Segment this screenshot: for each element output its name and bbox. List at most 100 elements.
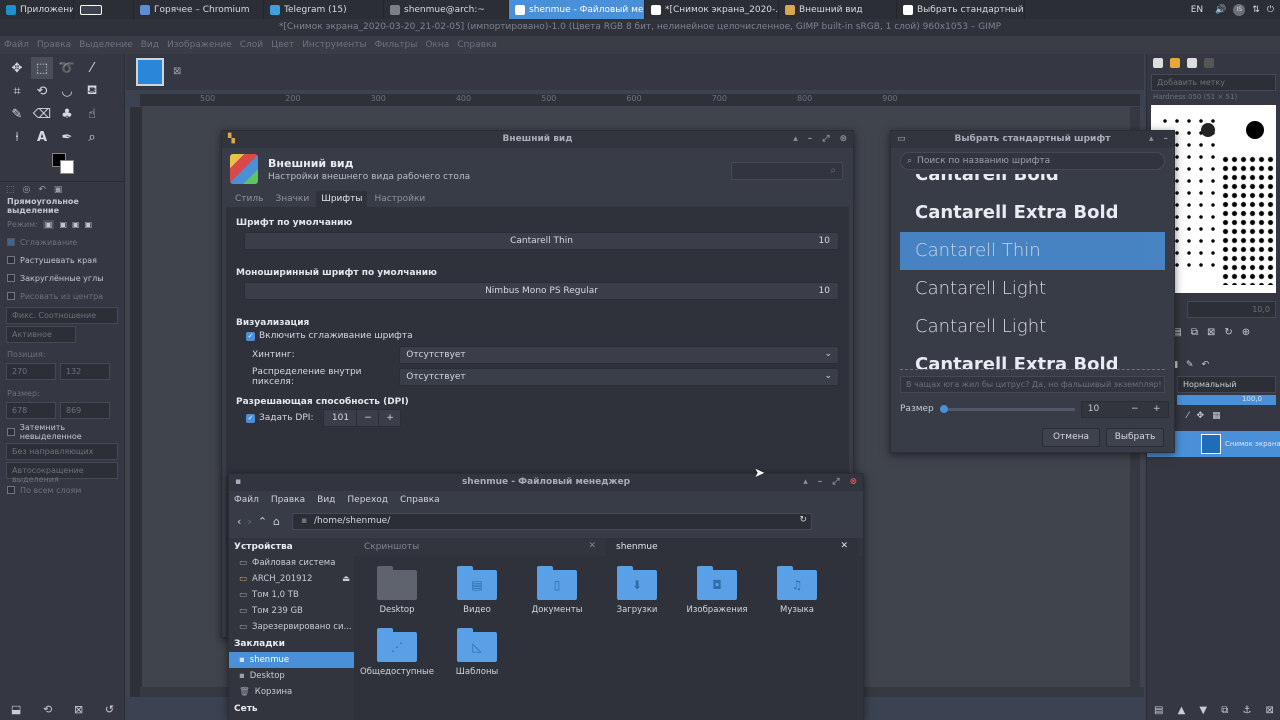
restore-options-icon[interactable]: ⟲ (43, 703, 52, 716)
taskbar-item[interactable]: Telegram (15) (264, 0, 384, 19)
location-bar[interactable]: ▪ /home/shenmue/ ↻ (292, 512, 813, 530)
fm-tab[interactable]: shenmue ✕ (606, 538, 858, 556)
close-tab-icon[interactable]: ✕ (588, 541, 596, 551)
account-badge[interactable]: IS (1233, 3, 1246, 16)
document-history-tab-icon[interactable] (1204, 58, 1214, 68)
gimp-menu-item[interactable]: Цвет (271, 40, 294, 50)
select-button[interactable]: Выбрать (1106, 428, 1164, 447)
taskbar-item[interactable]: Внешний вид (779, 0, 897, 19)
undo-history-tab-icon[interactable]: ↶ (38, 185, 46, 195)
antialias-option[interactable]: Сглаживание (0, 233, 124, 251)
font-size-slider[interactable] (939, 404, 1075, 413)
appearance-search-input[interactable]: ⌕ (731, 162, 843, 180)
color-picker-tool-icon[interactable]: ✒ (56, 126, 78, 148)
maximize-icon[interactable]: ⤢ (832, 474, 839, 491)
network-icon[interactable]: ⇅ (1252, 5, 1260, 15)
image-thumbnail[interactable] (136, 58, 164, 86)
folder-item[interactable]: ◘ Изображения (677, 566, 757, 615)
feather-option[interactable]: Растушевать края (0, 251, 124, 269)
folder-item[interactable]: ⬇ Загрузки (597, 566, 677, 615)
brush-spacing-field[interactable]: 10,0 (1187, 301, 1276, 318)
anchor-layer-icon[interactable]: ⚓ (1242, 705, 1251, 716)
text-tool-icon[interactable]: A (31, 126, 53, 148)
appearance-tab[interactable]: Значки (270, 191, 314, 207)
taskbar-item[interactable]: Выбрать стандартный ш... (897, 0, 1025, 19)
bucket-tool-icon[interactable]: ⛾ (81, 80, 103, 102)
font-list-item[interactable]: Cantarell Light (900, 270, 1165, 308)
sidebar-device-item[interactable]: ▭ Том 239 GB (229, 603, 354, 619)
undo-tab-icon[interactable]: ↶ (1202, 360, 1210, 370)
sidebar-device-item[interactable]: ▭ Зарезервировано си... (229, 619, 354, 635)
gimp-menu-item[interactable]: Инструменты (302, 40, 366, 50)
workspace-switcher[interactable] (74, 0, 134, 19)
subpixel-select[interactable]: Отсутствует ⌄ (399, 368, 839, 386)
rect-select-tool-icon[interactable]: ⬚ (31, 57, 53, 79)
fonts-tab-icon[interactable] (1187, 58, 1197, 68)
font-list-item[interactable]: Cantarell Light (900, 308, 1165, 346)
raise-layer-icon[interactable]: ▲ (1178, 705, 1186, 716)
shade-icon[interactable]: ▴ (803, 474, 808, 491)
font-list-item[interactable]: Cantarell Bold (900, 174, 1165, 194)
duplicate-brush-icon[interactable]: ⧉ (1191, 327, 1198, 338)
appearance-tab[interactable]: Шрифты (316, 191, 368, 207)
fm-tab[interactable]: Скриншоты ✕ (354, 538, 606, 556)
dpi-increment-button[interactable]: + (378, 410, 400, 426)
move-tool-icon[interactable]: ✥ (6, 57, 28, 79)
font-list-item[interactable]: Cantarell Extra Bold (900, 194, 1165, 232)
zoom-tool-icon[interactable]: ⌕ (81, 126, 103, 148)
clone-tool-icon[interactable]: ♣ (56, 103, 78, 125)
delete-brush-icon[interactable]: ⊠ (1207, 327, 1215, 338)
mode-replace-icon[interactable]: ▣ (42, 219, 55, 229)
reset-options-icon[interactable]: ↺ (105, 703, 114, 716)
lock-position-icon[interactable]: ✥ (1197, 411, 1205, 421)
fm-menu-item[interactable]: Вид (317, 495, 335, 505)
fm-menu-item[interactable]: Переход (347, 495, 388, 505)
folder-item[interactable]: ♫ Музыка (757, 566, 837, 615)
hinting-select[interactable]: Отсутствует ⌄ (399, 346, 839, 364)
device-status-tab-icon[interactable]: ◎ (23, 185, 31, 195)
transform-tool-icon[interactable]: ⟲ (31, 80, 53, 102)
highlight-option[interactable]: Затемнить невыделенное (0, 423, 124, 441)
minimize-icon[interactable]: – (808, 131, 813, 148)
font-list[interactable]: Cantarell Bold Cantarell Extra Bold Cantar… (900, 174, 1165, 370)
open-brush-icon[interactable]: ⊕ (1242, 327, 1250, 338)
mode-add-icon[interactable]: ▣ (59, 220, 67, 229)
close-icon[interactable]: ⊗ (839, 131, 847, 148)
up-icon[interactable]: ⌃ (258, 515, 267, 528)
opacity-slider[interactable]: 100,0 (1177, 395, 1276, 405)
mode-intersect-icon[interactable]: ▣ (85, 220, 93, 229)
taskbar-item[interactable]: shenmue@arch:~ (384, 0, 509, 19)
folder-item[interactable]: ⋰ Общедоступные (357, 628, 437, 677)
folder-item[interactable]: ◺ Шаблоны (437, 628, 517, 677)
mode-subtract-icon[interactable]: ▣ (72, 220, 80, 229)
appearance-tab[interactable]: Стиль (230, 191, 268, 207)
images-tab-icon[interactable]: ▣ (54, 185, 63, 195)
close-tab-icon[interactable]: ✕ (840, 541, 848, 551)
crop-tool-icon[interactable]: ⌗ (6, 80, 28, 102)
antialias-checkbox-row[interactable]: ✓ Включить сглаживание шрифта (236, 328, 839, 344)
size-w-field[interactable]: 678 (6, 402, 56, 419)
close-icon[interactable]: ⊗ (849, 474, 857, 491)
fm-menu-item[interactable]: Справка (400, 495, 440, 505)
gimp-menu-item[interactable]: Выделение (79, 40, 133, 50)
lock-alpha-icon[interactable]: ▦ (1212, 411, 1221, 421)
auto-shrink-button[interactable]: Автосокращение выделения (6, 462, 118, 484)
eraser-tool-icon[interactable]: ⌫ (31, 103, 53, 125)
lock-pixels-icon[interactable]: ⁄ (1187, 411, 1189, 421)
fm-menu-item[interactable]: Файл (234, 495, 259, 505)
gimp-menu-item[interactable]: Справка (457, 40, 497, 50)
dpi-spin[interactable]: 101 − + (323, 409, 402, 427)
gimp-menu-item[interactable]: Вид (141, 40, 159, 50)
gimp-menu-item[interactable]: Слой (240, 40, 263, 50)
taskbar-item[interactable]: *[Снимок экрана_2020-... (645, 0, 779, 19)
gimp-menu-item[interactable]: Фильтры (375, 40, 418, 50)
default-font-button[interactable]: Cantarell Thin 10 (244, 232, 839, 250)
home-icon[interactable]: ⌂ (273, 515, 280, 528)
guides-select[interactable]: Без направляющих (6, 443, 118, 460)
size-h-field[interactable]: 869 (60, 402, 110, 419)
keyboard-layout[interactable]: EN (1185, 0, 1209, 19)
gimp-menu-item[interactable]: Правка (37, 40, 71, 50)
patterns-tab-icon[interactable] (1170, 58, 1180, 68)
sidebar-device-item[interactable]: ▭ Файловая система (229, 555, 354, 571)
paintbrush-tool-icon[interactable]: ✎ (6, 103, 28, 125)
